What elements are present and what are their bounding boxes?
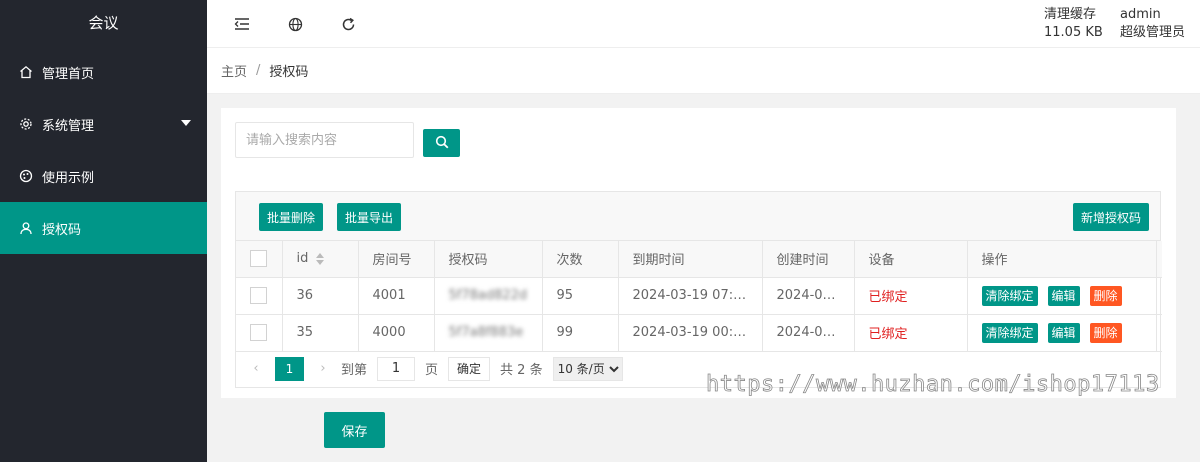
username: admin <box>1120 7 1161 22</box>
breadcrumb-home[interactable]: 主页 <box>221 61 247 80</box>
palette-icon <box>18 168 34 184</box>
sidebar-item-label: 授权码 <box>42 222 82 238</box>
prev-page-icon[interactable]: ‹ <box>248 361 264 376</box>
breadcrumb: 主页 / 授权码 <box>207 48 1200 94</box>
app-logo: 会议 <box>88 14 119 32</box>
cell-id: 35 <box>282 314 359 352</box>
breadcrumb-separator: / <box>256 63 261 78</box>
sidebar-item-auth-code[interactable]: 授权码 <box>0 202 207 254</box>
sidebar-item-system[interactable]: 系统管理 <box>0 98 207 150</box>
header-code: 授权码 <box>434 241 543 278</box>
menu-collapse-icon[interactable] <box>234 16 250 32</box>
search-button[interactable] <box>423 129 460 157</box>
clear-cache-button[interactable]: 清理缓存 11.05 KB <box>1044 6 1103 42</box>
cell-code: 5f7a8f883e <box>434 314 543 352</box>
header-device: 设备 <box>854 241 968 278</box>
chevron-down-icon <box>181 120 191 126</box>
page-size-select[interactable]: 10 条/页 <box>552 356 623 381</box>
cell-count: 99 <box>542 314 619 352</box>
header-count: 次数 <box>542 241 619 278</box>
search-icon <box>435 135 449 152</box>
delete-button[interactable]: 删除 <box>1089 285 1122 306</box>
goto-confirm-button[interactable]: 确定 <box>448 356 491 381</box>
edit-button[interactable]: 编辑 <box>1047 322 1080 343</box>
search-input[interactable] <box>235 122 414 158</box>
globe-icon[interactable] <box>287 16 303 32</box>
cell-created: 2024-03... <box>762 277 855 315</box>
page-1-button[interactable]: 1 <box>275 356 304 381</box>
next-page-icon[interactable]: › <box>315 361 331 376</box>
cell-expire: 2024-03-19 07:4... <box>618 277 763 315</box>
table-row: 35 4000 5f7a8f883e 99 2024-03-19 00:0...… <box>236 314 1162 352</box>
clear-cache-label: 清理缓存 <box>1044 7 1097 22</box>
header-spacer <box>1156 241 1162 278</box>
cell-id: 36 <box>282 277 359 315</box>
goto-page-input[interactable] <box>377 356 416 381</box>
unbind-button[interactable]: 清除绑定 <box>981 322 1038 343</box>
user-role: 超级管理员 <box>1120 25 1186 40</box>
sidebar-item-examples[interactable]: 使用示例 <box>0 150 207 202</box>
delete-button[interactable]: 删除 <box>1089 322 1122 343</box>
row-checkbox[interactable] <box>250 287 267 304</box>
data-table: 批量删除 批量导出 新增授权码 id 房间号 授权码 次数 到期时间 创建时间 … <box>235 191 1162 388</box>
select-all-checkbox[interactable] <box>250 250 267 268</box>
goto-label: 到第 <box>341 363 368 378</box>
content-card: 批量删除 批量导出 新增授权码 id 房间号 授权码 次数 到期时间 创建时间 … <box>221 108 1176 398</box>
cell-room: 4000 <box>358 314 435 352</box>
cell-device: 已绑定 <box>854 277 968 315</box>
row-checkbox[interactable] <box>250 324 267 341</box>
cell-actions: 清除绑定 编辑 删除 <box>967 277 1157 315</box>
header-room: 房间号 <box>358 241 435 278</box>
home-icon <box>18 64 34 80</box>
add-auth-code-button[interactable]: 新增授权码 <box>1072 203 1149 231</box>
user-icon <box>18 220 34 236</box>
edit-button[interactable]: 编辑 <box>1047 285 1080 306</box>
cell-created: 2024-03... <box>762 314 855 352</box>
table-row: 36 4001 5f78ad822d 95 2024-03-19 07:4...… <box>236 277 1162 315</box>
row-select <box>236 314 283 352</box>
sidebar-item-label: 使用示例 <box>42 170 95 186</box>
breadcrumb-current: 授权码 <box>269 65 309 80</box>
header-select-all <box>236 241 283 278</box>
header-actions: 操作 <box>967 241 1157 278</box>
batch-export-button[interactable]: 批量导出 <box>337 203 402 231</box>
sidebar: 会议 管理首页 系统管理 使用示例 授权码 <box>0 0 207 462</box>
refresh-icon[interactable] <box>340 16 356 32</box>
row-select <box>236 277 283 315</box>
header-created: 创建时间 <box>762 241 855 278</box>
page-unit-label: 页 <box>425 363 439 378</box>
cell-count: 95 <box>542 277 619 315</box>
cache-size: 11.05 KB <box>1044 25 1103 40</box>
cell-spacer <box>1156 314 1162 352</box>
cell-code: 5f78ad822d <box>434 277 543 315</box>
gear-icon <box>18 116 34 132</box>
batch-delete-button[interactable]: 批量删除 <box>259 203 324 231</box>
user-menu[interactable]: admin 超级管理员 <box>1120 6 1185 42</box>
cell-spacer <box>1156 277 1162 315</box>
total-count: 共 2 条 <box>500 363 543 378</box>
table-header-row: id 房间号 授权码 次数 到期时间 创建时间 设备 操作 <box>236 241 1162 278</box>
auth-code-table: id 房间号 授权码 次数 到期时间 创建时间 设备 操作 36 4001 5f… <box>236 241 1162 352</box>
cell-device: 已绑定 <box>854 314 968 352</box>
cell-expire: 2024-03-19 00:0... <box>618 314 763 352</box>
cell-room: 4001 <box>358 277 435 315</box>
header-expire: 到期时间 <box>618 241 763 278</box>
cell-actions: 清除绑定 编辑 删除 <box>967 314 1157 352</box>
sidebar-item-label: 系统管理 <box>42 118 95 134</box>
sidebar-item-label: 管理首页 <box>42 66 95 82</box>
unbind-button[interactable]: 清除绑定 <box>981 285 1038 306</box>
watermark-text: https://www.huzhan.com/ishop17113 <box>706 372 1160 398</box>
table-toolbar: 批量删除 批量导出 新增授权码 <box>236 192 1160 241</box>
sort-icon[interactable] <box>316 252 325 265</box>
header-id[interactable]: id <box>282 241 359 278</box>
top-header: 清理缓存 11.05 KB admin 超级管理员 <box>207 0 1200 48</box>
sidebar-item-home[interactable]: 管理首页 <box>0 46 207 98</box>
save-button[interactable]: 保存 <box>324 412 385 448</box>
